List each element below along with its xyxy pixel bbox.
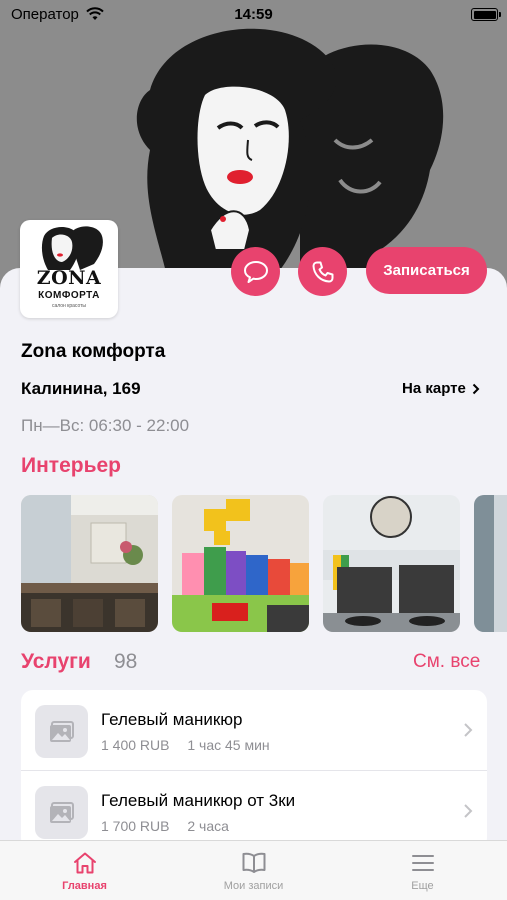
salon-address: Калинина, 169	[21, 379, 141, 398]
home-icon	[73, 852, 96, 874]
book-icon	[242, 852, 265, 873]
phone-icon	[312, 261, 333, 282]
service-duration: 1 час 45 мин	[187, 737, 270, 753]
service-item[interactable]: Гелевый маникюр 1 400 RUB 1 час 45 мин	[21, 690, 487, 771]
service-name: Гелевый маникюр от 3ки	[101, 791, 296, 810]
image-placeholder-icon	[49, 720, 74, 742]
salon-logo: ZONA КОМФОРТА салон красоты	[20, 220, 118, 318]
tab-home-label: Главная	[62, 880, 107, 892]
service-duration: 2 часа	[187, 818, 229, 834]
battery-icon	[471, 8, 501, 21]
service-price: 1 400 RUB	[101, 737, 170, 753]
tab-more[interactable]: Еще	[338, 841, 507, 900]
services-count: 98	[114, 650, 138, 673]
service-thumbnail	[35, 705, 88, 758]
map-link-label: На карте	[402, 380, 466, 397]
service-price: 1 700 RUB	[101, 818, 170, 834]
clock: 14:59	[234, 6, 273, 23]
interior-photo-1[interactable]	[21, 495, 158, 632]
service-item[interactable]: Гелевый маникюр от 3ки 1 700 RUB 2 часа	[21, 771, 487, 850]
tab-bar: Главная Мои записи Еще	[0, 840, 507, 900]
map-link[interactable]: На карте	[402, 380, 480, 397]
services-list: Гелевый маникюр 1 400 RUB 1 час 45 мин Г…	[21, 690, 487, 850]
chevron-right-icon	[472, 383, 480, 394]
chevron-right-icon	[464, 804, 473, 818]
interior-gallery[interactable]	[21, 495, 507, 632]
services-section-title: Услуги	[21, 650, 91, 673]
logo-brand: ZONA	[36, 267, 102, 289]
chat-icon	[243, 260, 268, 283]
logo-faces-icon	[41, 226, 103, 270]
interior-photo-4-image	[474, 495, 507, 632]
service-meta: 1 700 RUB 2 часа	[101, 818, 243, 834]
see-all-services-link[interactable]: См. все	[413, 651, 480, 673]
interior-photo-3[interactable]	[323, 495, 460, 632]
tab-home[interactable]: Главная	[0, 841, 169, 900]
logo-subtitle: КОМФОРТА	[38, 290, 100, 301]
status-bar: Оператор 14:59	[0, 0, 507, 30]
chevron-right-icon	[464, 723, 473, 737]
tab-my-bookings-label: Мои записи	[223, 880, 284, 892]
interior-section-title: Интерьер	[21, 454, 121, 477]
tab-my-bookings[interactable]: Мои записи	[169, 841, 338, 900]
service-name: Гелевый маникюр	[101, 710, 243, 729]
book-appointment-button[interactable]: Записаться	[366, 247, 487, 294]
service-meta: 1 400 RUB 1 час 45 мин	[101, 737, 284, 753]
call-button[interactable]	[298, 247, 347, 296]
working-hours: Пн—Вс: 06:30 - 22:00	[21, 416, 190, 435]
interior-photo-3-image	[323, 495, 460, 632]
interior-photo-1-image	[21, 495, 158, 632]
image-placeholder-icon	[49, 801, 74, 823]
interior-photo-2-image	[172, 495, 309, 632]
interior-photo-2[interactable]	[172, 495, 309, 632]
interior-photo-4[interactable]	[474, 495, 507, 632]
menu-icon	[411, 855, 434, 871]
service-thumbnail	[35, 786, 88, 839]
chat-button[interactable]	[231, 247, 280, 296]
logo-tagline: салон красоты	[51, 303, 87, 309]
salon-name: Zona комфорта	[21, 341, 166, 362]
tab-more-label: Еще	[411, 880, 434, 892]
